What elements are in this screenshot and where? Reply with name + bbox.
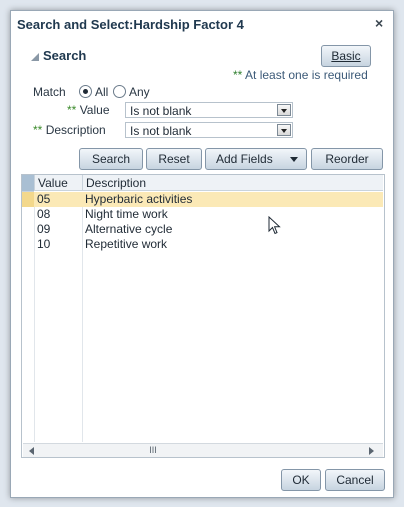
row-description: Alternative cycle: [85, 222, 173, 236]
match-any-label: Any: [129, 85, 150, 99]
value-operator-text: Is not blank: [130, 104, 192, 118]
column-header-value[interactable]: Value: [34, 175, 82, 191]
horizontal-scrollbar[interactable]: III: [23, 443, 383, 457]
scroll-thumb[interactable]: III: [123, 446, 183, 455]
required-marker: **: [233, 68, 243, 82]
required-note: ** At least one is required: [233, 68, 368, 82]
description-operator-select[interactable]: Is not blank: [125, 122, 293, 138]
row-value: 05: [37, 192, 51, 206]
table-row[interactable]: 08 Night time work: [22, 207, 383, 222]
match-any-radio[interactable]: [113, 85, 126, 98]
search-button[interactable]: Search: [79, 148, 143, 170]
title-bar: Search and Select:Hardship Factor 4 ×: [11, 11, 393, 37]
basic-button-label: Basic: [331, 49, 361, 63]
value-required-marker: **: [67, 103, 77, 117]
results-table: Value Description 05 Hyperbaric activiti…: [21, 174, 385, 458]
row-selector[interactable]: [22, 222, 34, 237]
basic-button[interactable]: Basic: [321, 45, 371, 67]
match-all-label: All: [95, 85, 109, 99]
mouse-pointer-icon: [268, 216, 281, 235]
required-note-text: At least one is required: [245, 68, 368, 82]
search-header-label: Search: [43, 48, 87, 63]
value-label-text: Value: [79, 103, 110, 117]
row-selector[interactable]: [22, 192, 34, 207]
chevron-down-icon[interactable]: [277, 104, 291, 116]
row-description: Repetitive work: [85, 237, 168, 251]
value-operator-select[interactable]: Is not blank: [125, 102, 293, 118]
row-selector[interactable]: [22, 237, 34, 252]
description-required-marker: **: [33, 123, 43, 137]
row-description: Hyperbaric activities: [85, 192, 193, 206]
table-row[interactable]: 10 Repetitive work: [22, 237, 383, 252]
value-field-label: ** Value: [67, 103, 110, 117]
description-field-label: ** Description: [33, 123, 106, 137]
ok-button[interactable]: OK: [281, 469, 321, 491]
scroll-left-icon[interactable]: [29, 447, 34, 455]
match-all-radio[interactable]: [79, 85, 92, 98]
add-fields-label: Add Fields: [216, 152, 273, 166]
description-operator-text: Is not blank: [130, 124, 192, 138]
reorder-button[interactable]: Reorder: [311, 148, 383, 170]
row-description: Night time work: [85, 207, 168, 221]
row-selector-header: [22, 175, 34, 192]
match-label: Match: [33, 85, 66, 99]
row-value: 08: [37, 207, 51, 221]
search-section-header[interactable]: Search: [31, 48, 86, 63]
collapse-triangle-icon[interactable]: [31, 52, 39, 61]
add-fields-button[interactable]: Add Fields: [205, 148, 307, 170]
chevron-down-icon[interactable]: [290, 157, 298, 162]
row-selector[interactable]: [22, 207, 34, 222]
dialog-title: Search and Select:Hardship Factor 4: [17, 17, 244, 32]
row-value: 10: [37, 237, 51, 251]
table-row[interactable]: 09 Alternative cycle: [22, 222, 383, 237]
chevron-down-icon[interactable]: [277, 124, 291, 136]
reset-button[interactable]: Reset: [146, 148, 202, 170]
scroll-right-icon[interactable]: [369, 447, 374, 455]
row-value: 09: [37, 222, 51, 236]
table-row[interactable]: 05 Hyperbaric activities: [22, 192, 383, 207]
column-header-description[interactable]: Description: [82, 175, 383, 191]
search-select-dialog: Search and Select:Hardship Factor 4 × Se…: [10, 10, 394, 498]
close-icon[interactable]: ×: [375, 15, 383, 31]
description-label-text: Description: [45, 123, 106, 137]
cancel-button[interactable]: Cancel: [325, 469, 385, 491]
